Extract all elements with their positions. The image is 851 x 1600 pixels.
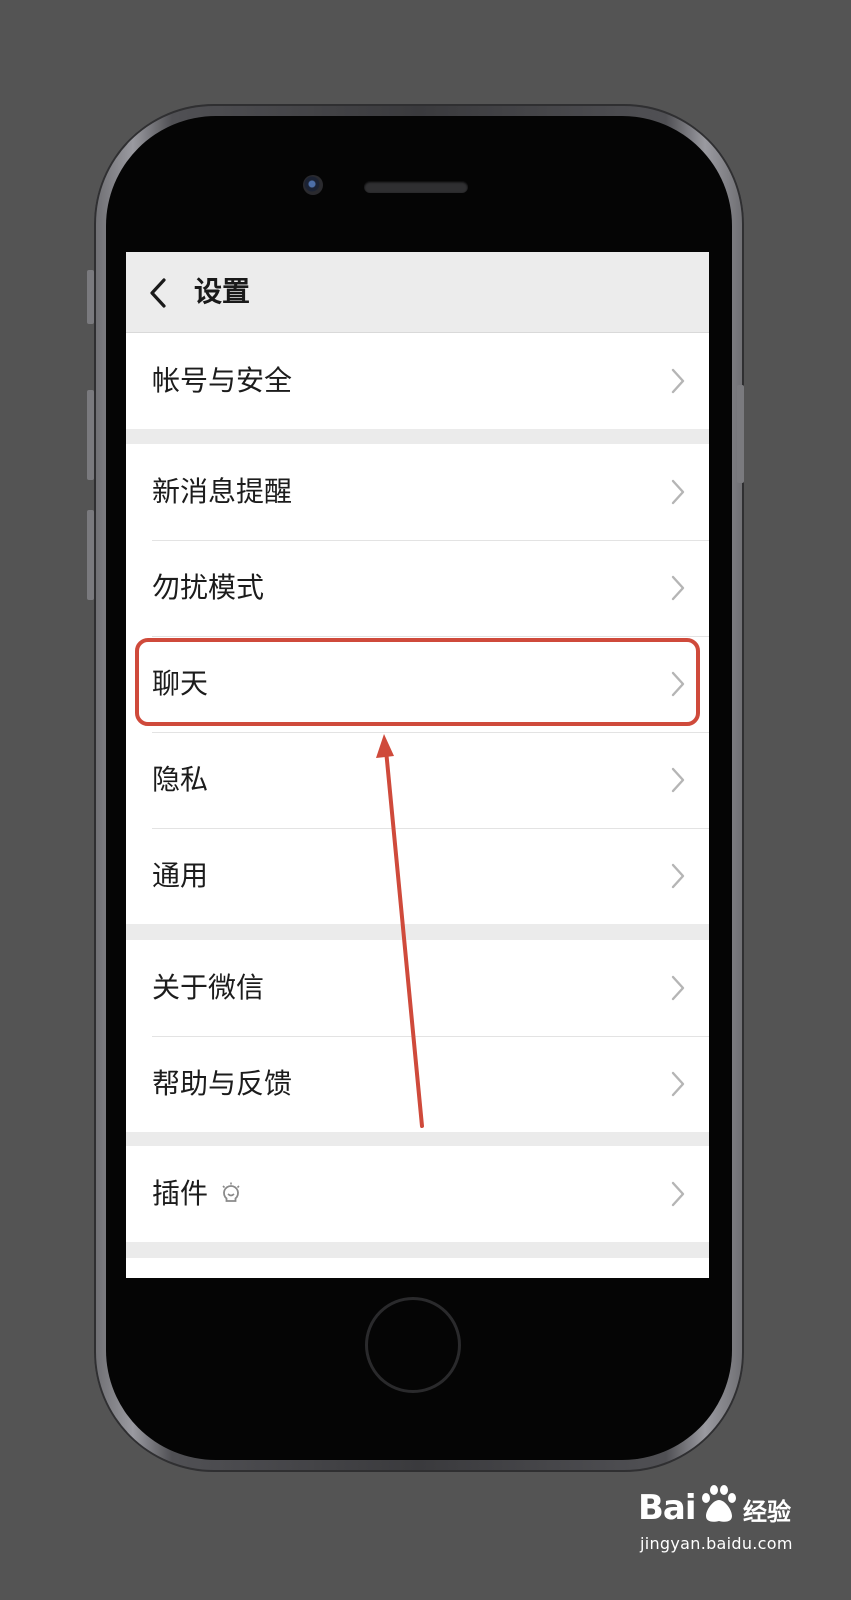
chevron-right-icon bbox=[671, 368, 685, 394]
chevron-right-icon bbox=[671, 479, 685, 505]
chevron-right-icon bbox=[671, 1071, 685, 1097]
earpiece-speaker bbox=[364, 181, 468, 193]
settings-item-label: 插件 bbox=[152, 1177, 209, 1210]
page-title: 设置 bbox=[194, 275, 251, 308]
chevron-right-icon bbox=[671, 1181, 685, 1207]
home-button[interactable] bbox=[365, 1297, 461, 1393]
paw-logo-icon bbox=[702, 1485, 736, 1522]
volume-down-button bbox=[87, 510, 94, 600]
plugin-bulb-icon bbox=[222, 1182, 240, 1202]
annotation-arrow-icon bbox=[376, 734, 424, 1128]
settings-item-do-not-disturb[interactable]: 勿扰模式 bbox=[126, 540, 709, 636]
navigation-bar: 设置 bbox=[126, 252, 709, 333]
settings-item-label: 通用 bbox=[152, 859, 209, 892]
power-button bbox=[737, 385, 744, 483]
settings-group-account: 帐号与安全 bbox=[126, 333, 709, 429]
volume-up-button bbox=[87, 390, 94, 480]
settings-item-label: 勿扰模式 bbox=[152, 571, 265, 604]
chevron-right-icon bbox=[671, 767, 685, 793]
settings-item-notifications[interactable]: 新消息提醒 bbox=[126, 444, 709, 540]
chevron-right-icon bbox=[671, 975, 685, 1001]
settings-item-plugins[interactable]: 插件 bbox=[126, 1146, 709, 1242]
settings-group-partial bbox=[126, 1258, 709, 1278]
chevron-right-icon bbox=[671, 863, 685, 889]
mute-switch bbox=[87, 270, 94, 324]
settings-item-label: 关于微信 bbox=[152, 971, 265, 1004]
chevron-right-icon bbox=[671, 575, 685, 601]
watermark-suffix: 经验 bbox=[743, 1498, 791, 1526]
watermark-brand: Bai bbox=[638, 1488, 697, 1528]
baidu-jingyan-watermark: Bai 经验 jingyan.baidu.com bbox=[638, 1480, 838, 1560]
settings-item-account-security[interactable]: 帐号与安全 bbox=[126, 333, 709, 429]
settings-group-plugins: 插件 bbox=[126, 1146, 709, 1242]
settings-item-label: 帐号与安全 bbox=[152, 364, 293, 397]
front-camera bbox=[303, 175, 323, 195]
watermark-url: jingyan.baidu.com bbox=[640, 1534, 793, 1553]
highlight-box bbox=[135, 638, 700, 726]
settings-item-label: 帮助与反馈 bbox=[152, 1067, 293, 1100]
chevron-left-icon[interactable] bbox=[146, 276, 172, 310]
settings-item-label: 隐私 bbox=[152, 763, 209, 796]
settings-item-label: 新消息提醒 bbox=[152, 475, 293, 508]
